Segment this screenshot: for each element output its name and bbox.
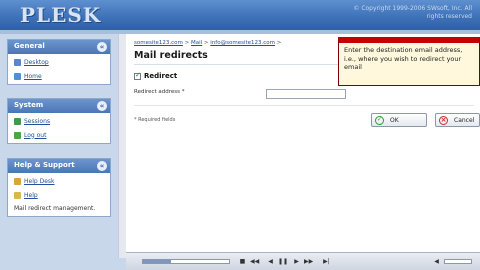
stop-icon[interactable]: ■	[238, 257, 247, 266]
status-message: Mail redirect management.	[14, 205, 96, 212]
help-panel-header[interactable]: Help & Support «	[8, 159, 110, 173]
sidebar-item-logout[interactable]: Log out	[8, 127, 110, 143]
tutorial-tooltip: Enter the destination email address, i.e…	[338, 37, 480, 86]
breadcrumb-address[interactable]: info@somesite123.com	[210, 40, 275, 46]
seek-progress	[143, 260, 171, 263]
page-title: Mail redirects	[134, 50, 208, 61]
end-icon[interactable]: ▶|	[322, 257, 331, 266]
redirect-checkbox[interactable]	[134, 71, 141, 80]
pause-icon[interactable]: ❚❚	[278, 257, 288, 266]
step-forward-icon[interactable]: ▶	[292, 257, 301, 266]
help-panel: Help & Support « Help Desk Help Mail red…	[7, 158, 111, 217]
copyright-text: © Copyright 1999-2006 SWsoft, Inc. All r…	[353, 5, 472, 20]
sidebar-item-label: Home	[24, 72, 42, 80]
volume-icon[interactable]: ◀	[432, 257, 441, 266]
help-icon	[14, 192, 21, 199]
collapse-icon[interactable]: «	[97, 101, 107, 111]
sidebar-item-label: Desktop	[24, 59, 49, 66]
sidebar-item-label: Help Desk	[24, 178, 55, 185]
plesk-logo[interactable]: PLESK	[20, 3, 101, 27]
breadcrumb-domain[interactable]: somesite123.com	[134, 40, 183, 46]
screen: PLESK © Copyright 1999-2006 SWsoft, Inc.…	[0, 0, 480, 270]
collapse-icon[interactable]: «	[97, 161, 107, 171]
sidebar-item-label: Sessions	[24, 118, 51, 125]
sidebar-item-help[interactable]: Help	[8, 187, 110, 201]
form-divider	[134, 105, 474, 106]
tooltip-text: Enter the destination email address, i.e…	[344, 46, 463, 71]
sidebar-item-helpdesk[interactable]: Help Desk	[8, 173, 110, 187]
sidebar: General « Desktop Home System « Sessions	[0, 34, 118, 270]
desktop-icon	[14, 59, 21, 66]
video-player-bar: ■ ◀◀ ◀ ❚❚ ▶ ▶▶ ▶| ◀	[126, 252, 480, 270]
system-panel: System « Sessions Log out	[7, 98, 111, 144]
sidebar-item-home[interactable]: Home	[8, 68, 110, 84]
redirect-address-label: Redirect address *	[134, 89, 185, 95]
help-panel-title: Help & Support	[14, 161, 75, 169]
helpdesk-icon	[14, 178, 21, 185]
sidebar-item-label: Help	[24, 192, 38, 199]
breadcrumb-mail[interactable]: Mail	[191, 40, 202, 46]
breadcrumb: somesite123.com > Mail > info@somesite12…	[134, 40, 281, 46]
system-panel-title: System	[14, 101, 44, 109]
system-panel-header[interactable]: System «	[8, 99, 110, 113]
ok-button-label: OK	[390, 116, 399, 124]
general-panel: General « Desktop Home	[7, 39, 111, 85]
rewind-icon[interactable]: ◀◀	[250, 257, 259, 266]
cancel-x-icon: ×	[439, 115, 448, 125]
logout-icon	[14, 131, 21, 139]
collapse-icon[interactable]: «	[97, 42, 107, 52]
breadcrumb-separator: >	[182, 40, 192, 46]
redirect-address-input[interactable]	[266, 89, 346, 99]
sidebar-item-desktop[interactable]: Desktop	[8, 54, 110, 68]
ok-check-icon: ✓	[375, 115, 384, 125]
ok-button[interactable]: ✓ OK	[371, 113, 427, 127]
sessions-icon	[14, 118, 21, 125]
fast-forward-icon[interactable]: ▶▶	[304, 257, 313, 266]
sidebar-item-sessions[interactable]: Sessions	[8, 113, 110, 127]
redirect-section: Redirect	[134, 71, 178, 80]
home-icon	[14, 72, 21, 80]
general-panel-title: General	[14, 42, 45, 50]
vertical-scrollbar[interactable]	[118, 34, 126, 258]
step-back-icon[interactable]: ◀	[266, 257, 275, 266]
cancel-button[interactable]: × Cancel	[435, 113, 480, 127]
cancel-button-label: Cancel	[454, 116, 475, 124]
sidebar-bottom	[0, 258, 126, 270]
top-header: PLESK © Copyright 1999-2006 SWsoft, Inc.…	[0, 0, 480, 30]
seek-bar[interactable]	[142, 259, 230, 264]
general-panel-header[interactable]: General «	[8, 40, 110, 54]
breadcrumb-separator: >	[275, 40, 282, 46]
redirect-section-label: Redirect	[144, 72, 178, 80]
sidebar-item-label: Log out	[24, 131, 47, 139]
volume-slider[interactable]	[444, 259, 472, 264]
required-fields-note: * Required fields	[134, 117, 176, 123]
